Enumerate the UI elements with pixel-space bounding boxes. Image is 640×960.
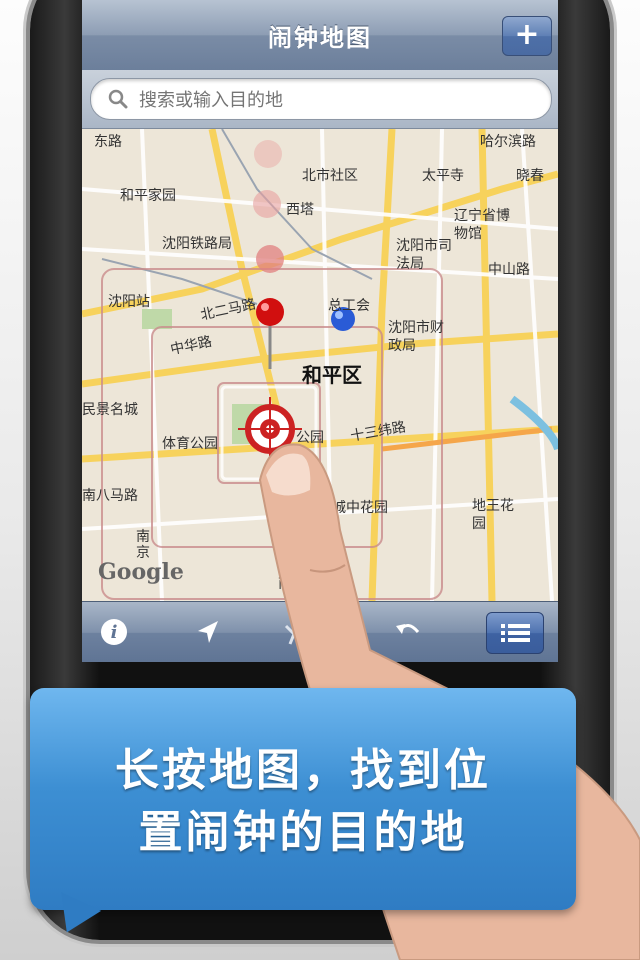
map-label: 沈阳市财政局	[388, 320, 444, 354]
tip-line-2: 置闹钟的目的地	[138, 807, 468, 858]
map-label: 北市社区	[302, 168, 358, 184]
map-label: 东路	[94, 134, 122, 150]
svg-text:i: i	[111, 622, 118, 643]
map-label: 中山路	[488, 262, 530, 278]
tip-text: 长按地图，找到位 置闹钟的目的地	[30, 740, 576, 864]
search-field[interactable]	[90, 78, 552, 120]
map-label: 晓春	[516, 168, 544, 184]
map-label: 南八马路	[82, 488, 138, 504]
location-arrow-icon[interactable]	[192, 616, 224, 648]
map-label: 西塔	[286, 202, 314, 218]
map-label: 总工会	[328, 298, 370, 314]
navigation-bar: 闹钟地图 +	[82, 0, 558, 71]
map-label-district: 和平区	[302, 363, 362, 387]
map-label: 南京	[136, 529, 150, 561]
tip-bubble: 长按地图，找到位 置闹钟的目的地	[30, 688, 576, 910]
map-label: 沈阳市司法局	[396, 238, 452, 272]
tip-line-1: 长按地图，找到位	[115, 745, 491, 796]
map-label: 哈尔滨路	[480, 134, 536, 150]
page-title: 闹钟地图	[268, 24, 372, 52]
info-icon[interactable]: i	[98, 616, 130, 648]
map-label: 辽宁省博物馆	[454, 208, 510, 242]
search-input[interactable]	[137, 85, 531, 115]
google-logo: Google	[98, 559, 184, 585]
map-label: 体育公园	[162, 436, 218, 452]
search-icon	[108, 89, 128, 109]
map-label: 和平家园	[120, 188, 176, 204]
search-bar	[82, 70, 558, 129]
map-label: 太平寺	[422, 168, 464, 184]
add-button[interactable]: +	[502, 16, 552, 56]
map-label: 民景名城	[82, 402, 138, 418]
map-label: 沈阳站	[108, 294, 150, 310]
map-label: 沈阳铁路局	[162, 236, 232, 252]
